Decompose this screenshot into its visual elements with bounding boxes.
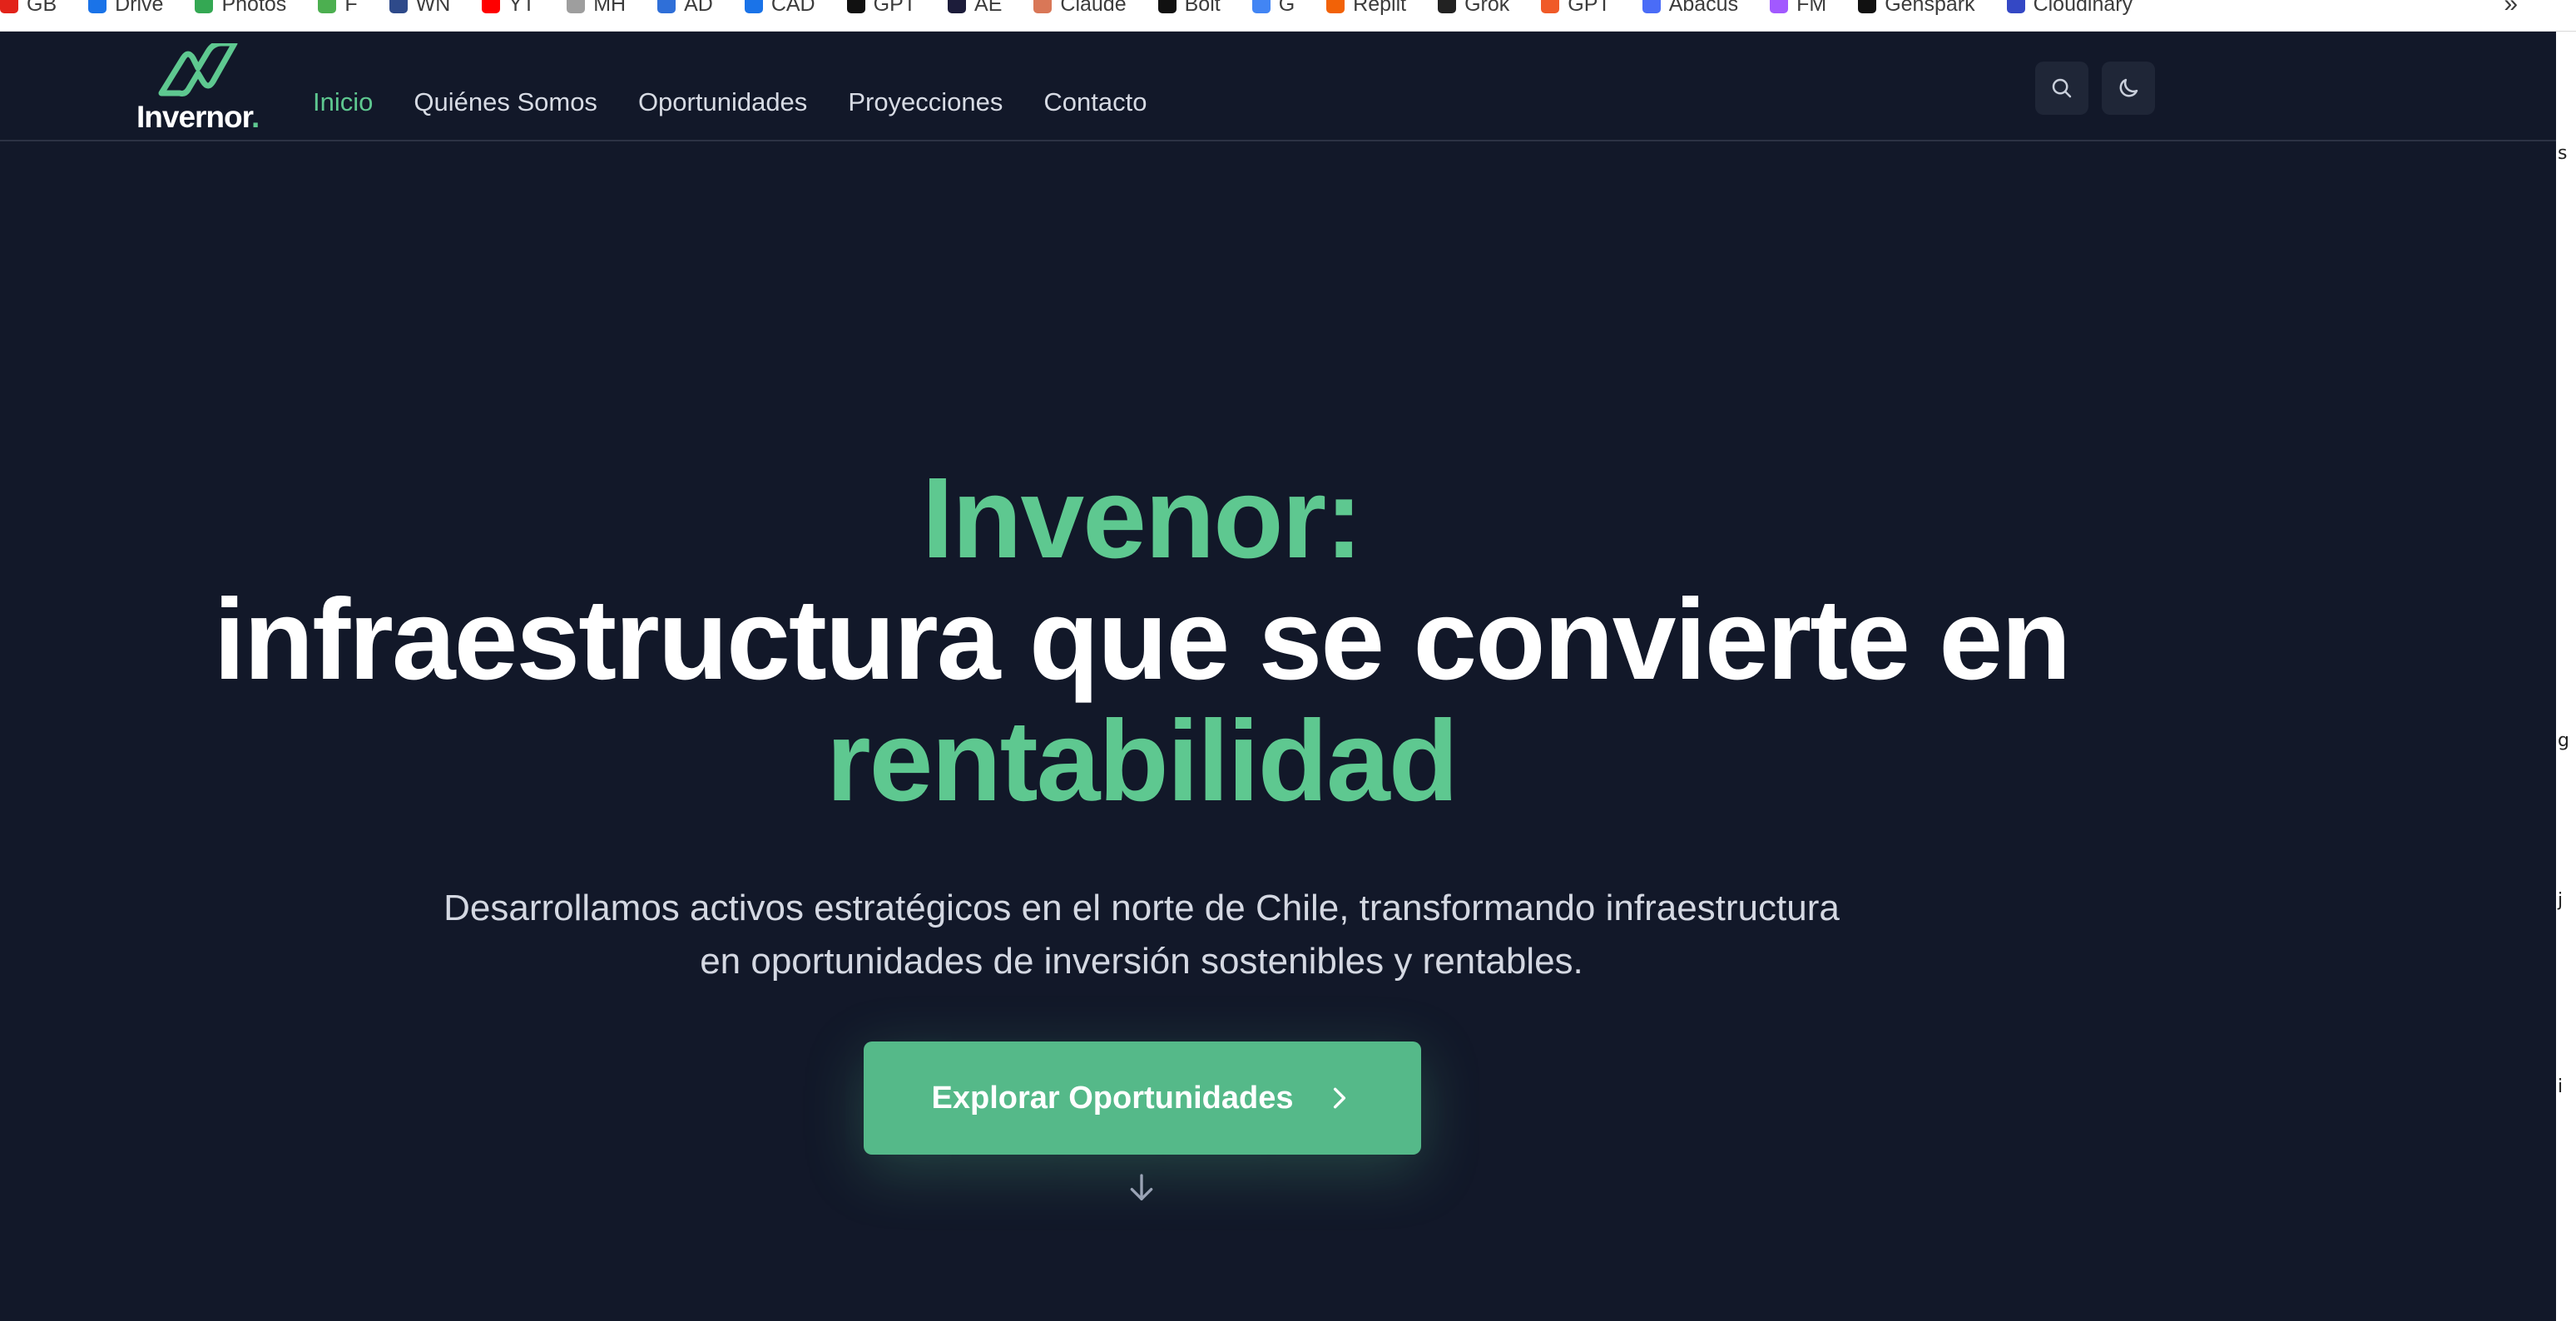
- explore-opportunities-button[interactable]: Explorar Oportunidades: [864, 1041, 1421, 1155]
- bookmark-item[interactable]: FM: [1770, 0, 1826, 17]
- strip-char: s: [2558, 143, 2568, 164]
- bookmark-label: Genspark: [1885, 0, 1975, 16]
- bookmark-item[interactable]: Photos: [195, 0, 286, 17]
- bookmark-favicon-icon: [88, 0, 107, 13]
- bookmark-label: Photos: [221, 0, 287, 16]
- bookmark-label: CAD: [770, 0, 815, 16]
- theme-toggle-button[interactable]: [2102, 62, 2155, 115]
- nav-link-inicio[interactable]: Inicio: [313, 87, 373, 117]
- bookmark-label: GPT: [873, 0, 917, 16]
- bookmark-favicon-icon: [744, 0, 763, 13]
- bookmark-item[interactable]: Drive: [88, 0, 163, 17]
- strip-char: j: [2558, 890, 2564, 911]
- logo-dot: .: [251, 100, 260, 134]
- bookmark-item[interactable]: Claude: [1033, 0, 1127, 17]
- moon-icon: [2119, 78, 2138, 97]
- bookmark-favicon-icon: [389, 0, 408, 13]
- bookmark-favicon-icon: [567, 0, 586, 13]
- nav-link-proyecciones[interactable]: Proyecciones: [848, 87, 1003, 117]
- bookmark-label: AE: [974, 0, 1003, 16]
- bookmark-item[interactable]: Genspark: [1858, 0, 1975, 17]
- bookmark-favicon-icon: [2006, 0, 2025, 13]
- nav-link-contacto[interactable]: Contacto: [1043, 87, 1147, 117]
- bookmark-item[interactable]: MH: [567, 0, 626, 17]
- bookmark-label: MH: [593, 0, 627, 16]
- bookmark-label: Drive: [115, 0, 164, 16]
- bookmark-favicon-icon: [846, 0, 865, 13]
- bookmark-favicon-icon: [1541, 0, 1560, 13]
- bookmark-favicon-icon: [1770, 0, 1789, 13]
- bookmark-favicon-icon: [1642, 0, 1661, 13]
- bookmarks-overflow-button[interactable]: »: [2504, 0, 2518, 17]
- bookmark-favicon-icon: [195, 0, 214, 13]
- top-navigation: Invernor. Inicio Quiénes Somos Oportunid…: [0, 32, 2556, 141]
- bookmark-label: Bolt: [1184, 0, 1221, 16]
- bookmark-item[interactable]: GPT: [1541, 0, 1611, 17]
- bookmark-item[interactable]: F: [318, 0, 358, 17]
- bookmark-favicon-icon: [1858, 0, 1877, 13]
- nav-link-quienes-somos[interactable]: Quiénes Somos: [414, 87, 597, 117]
- bookmark-item[interactable]: Bolt: [1157, 0, 1221, 17]
- bookmark-item[interactable]: GPT: [846, 0, 917, 17]
- bookmarks-bar: GB Drive Photos F WN YT MH AD CAD GPT AE Claude Bolt…: [0, 0, 2576, 32]
- bookmark-item[interactable]: Replit: [1326, 0, 1406, 17]
- bookmark-label: WN: [415, 0, 451, 16]
- bookmark-item[interactable]: CAD: [744, 0, 815, 17]
- bookmark-favicon-icon: [0, 0, 18, 13]
- website: Invernor. Inicio Quiénes Somos Oportunid…: [0, 32, 2556, 1321]
- bookmark-label: F: [344, 0, 358, 16]
- bookmark-label: GPT: [1568, 0, 1611, 16]
- bookmark-label: Cloudinary: [2033, 0, 2133, 16]
- search-button[interactable]: [2035, 62, 2088, 115]
- bookmark-item[interactable]: AD: [657, 0, 713, 17]
- bookmark-item[interactable]: GB: [0, 0, 57, 17]
- bookmark-favicon-icon: [657, 0, 676, 13]
- bookmark-favicon-icon: [948, 0, 967, 13]
- bookmark-item[interactable]: Grok: [1438, 0, 1509, 17]
- bookmark-item[interactable]: Abacus: [1642, 0, 1738, 17]
- bookmark-label: YT: [508, 0, 536, 16]
- adjacent-window-strip: s g j i: [2556, 32, 2576, 1321]
- hero-title-main: infraestructura que se convierte en: [213, 576, 2072, 704]
- nav-link-oportunidades[interactable]: Oportunidades: [638, 87, 807, 117]
- bookmark-label: G: [1278, 0, 1295, 16]
- invernor-logo[interactable]: Invernor.: [136, 43, 270, 135]
- bookmark-label: FM: [1796, 0, 1827, 16]
- chevron-right-icon: [1334, 1087, 1346, 1109]
- bookmark-favicon-icon: [482, 0, 501, 13]
- bookmark-favicon-icon: [1438, 0, 1457, 13]
- logo-wordmark: Invernor.: [136, 100, 260, 135]
- bookmark-label: GB: [27, 0, 57, 16]
- bookmark-item[interactable]: AE: [948, 0, 1002, 17]
- bookmark-item[interactable]: YT: [482, 0, 535, 17]
- strip-char: g: [2558, 730, 2569, 751]
- logo-mark-icon: [158, 43, 238, 96]
- bookmark-label: Replit: [1353, 0, 1407, 16]
- arrow-down-icon[interactable]: [1125, 1171, 1158, 1205]
- hero-subtitle-line-2: en oportunidades de inversión sostenible…: [700, 941, 1583, 982]
- bookmark-favicon-icon: [1157, 0, 1177, 13]
- bookmark-item[interactable]: Cloudinary: [2006, 0, 2133, 17]
- bookmark-favicon-icon: [1033, 0, 1053, 13]
- bookmark-favicon-icon: [1326, 0, 1345, 13]
- hero-subtitle-line-1: Desarrollamos activos estratégicos en el…: [443, 888, 1840, 928]
- strip-char: i: [2558, 1076, 2564, 1097]
- bookmark-item[interactable]: G: [1251, 0, 1295, 17]
- bookmark-label: AD: [684, 0, 713, 16]
- bookmark-item[interactable]: WN: [389, 0, 451, 17]
- hero-title-brand: Invenor:: [921, 454, 1363, 582]
- bookmark-favicon-icon: [1251, 0, 1271, 13]
- bookmark-label: Grok: [1464, 0, 1510, 16]
- hero-title-highlight: rentabilidad: [825, 697, 1459, 825]
- bookmark-favicon-icon: [318, 0, 337, 13]
- bookmark-label: Abacus: [1668, 0, 1739, 16]
- bookmarks-list: GB Drive Photos F WN YT MH AD CAD GPT AE Claude Bolt…: [0, 0, 2164, 17]
- nav-links: Inicio Quiénes Somos Oportunidades Proye…: [313, 85, 1187, 120]
- logo-text: Invernor: [136, 100, 252, 134]
- search-icon: [2052, 78, 2072, 98]
- cta-label: Explorar Oportunidades: [931, 1080, 1294, 1116]
- bookmark-label: Claude: [1060, 0, 1127, 16]
- page: GB Drive Photos F WN YT MH AD CAD GPT AE Claude Bolt…: [0, 0, 2576, 1321]
